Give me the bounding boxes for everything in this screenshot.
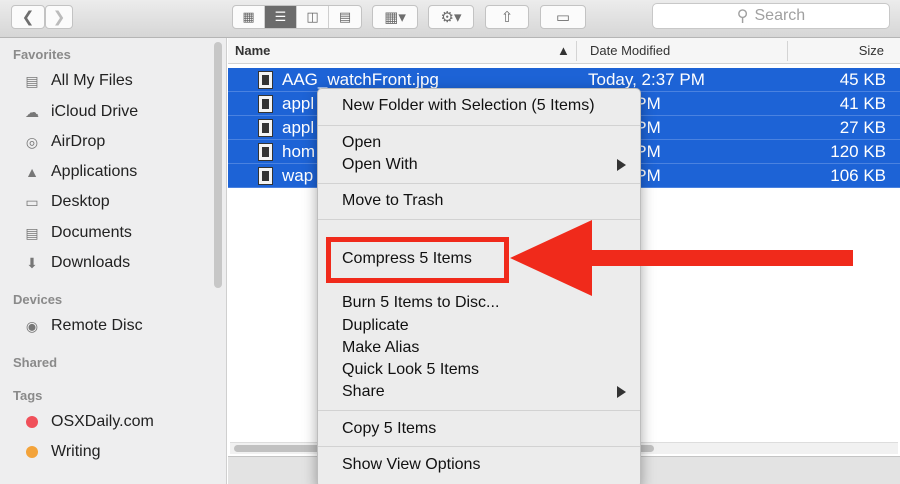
sidebar-item-label: Documents	[51, 224, 132, 241]
sidebar-item-label: Remote Disc	[51, 317, 143, 334]
file-size: 41 KB	[839, 94, 886, 113]
highlight-box	[326, 237, 509, 283]
sidebar-item-airdrop[interactable]: ◎ AirDrop	[22, 130, 105, 154]
tag-icon: ▭	[555, 9, 571, 26]
finder-toolbar: ❮ ❯ ▦ ☰ ◫ ▤ ▦▾ ⚙▾ ⇧ ▭ ⚲ Search	[0, 0, 900, 38]
gear-icon: ⚙▾	[440, 9, 462, 26]
sidebar-item-tag-osxdaily[interactable]: OSXDaily.com	[22, 410, 154, 434]
menu-item-show-view-options[interactable]: Show View Options	[342, 454, 480, 476]
file-icon	[258, 119, 273, 137]
menu-item-new-folder-with-selection[interactable]: New Folder with Selection (5 Items)	[342, 95, 595, 117]
share-button[interactable]: ⇧	[485, 5, 529, 29]
airdrop-icon: ◎	[25, 133, 39, 150]
menu-item-share[interactable]: Share	[342, 381, 385, 403]
submenu-arrow-icon	[617, 386, 626, 398]
sidebar-item-icloud-drive[interactable]: ☁ iCloud Drive	[22, 100, 138, 124]
file-icon	[258, 143, 273, 161]
file-size: 45 KB	[839, 70, 886, 89]
menu-separator	[318, 446, 640, 447]
menu-item-make-alias[interactable]: Make Alias	[342, 337, 419, 359]
file-size: 27 KB	[839, 118, 886, 137]
file-name: AAG_watchFront.jpg	[282, 70, 439, 89]
search-field[interactable]: ⚲ Search	[652, 3, 890, 29]
sidebar: Favorites ▤ All My Files ☁ iCloud Drive …	[0, 38, 227, 484]
file-name: appl	[282, 118, 315, 137]
view-mode-selector: ▦ ☰ ◫ ▤	[232, 5, 362, 29]
sidebar-header-devices: Devices	[13, 292, 63, 307]
menu-separator	[318, 410, 640, 411]
list-view-button[interactable]: ☰	[265, 6, 297, 28]
column-name[interactable]: Name	[235, 43, 270, 58]
all-files-icon: ▤	[25, 72, 39, 89]
sidebar-item-all-my-files[interactable]: ▤ All My Files	[22, 69, 133, 93]
coverflow-view-button[interactable]: ▤	[329, 6, 361, 28]
share-icon: ⇧	[500, 9, 514, 26]
file-name: wap	[282, 166, 314, 185]
column-date-modified[interactable]: Date Modified	[590, 43, 670, 58]
sidebar-item-label: OSXDaily.com	[51, 413, 154, 430]
sidebar-item-label: iCloud Drive	[51, 103, 139, 120]
tag-color-dot	[26, 416, 38, 428]
column-view-button[interactable]: ◫	[297, 6, 329, 28]
annotation-arrow-icon	[510, 220, 853, 296]
grid-view-button[interactable]: ▦	[233, 6, 265, 28]
menu-item-burn-to-disc[interactable]: Burn 5 Items to Disc...	[342, 292, 499, 314]
sidebar-item-remote-disc[interactable]: ◉ Remote Disc	[22, 314, 143, 338]
sidebar-item-label: All My Files	[51, 72, 133, 89]
file-icon	[258, 95, 273, 113]
search-placeholder: Search	[754, 7, 806, 24]
sort-ascending-icon: ▲	[557, 43, 570, 58]
arrange-button[interactable]: ▦▾	[372, 5, 418, 29]
sidebar-item-downloads[interactable]: ⬇ Downloads	[22, 251, 130, 275]
sidebar-header-tags: Tags	[13, 388, 43, 403]
tags-button[interactable]: ▭	[540, 5, 586, 29]
sidebar-item-label: AirDrop	[51, 133, 106, 150]
menu-item-copy[interactable]: Copy 5 Items	[342, 418, 436, 440]
sidebar-item-label: Downloads	[51, 254, 131, 271]
menu-item-move-to-trash[interactable]: Move to Trash	[342, 190, 443, 212]
file-name: hom	[282, 142, 316, 161]
sidebar-scrollbar[interactable]	[214, 42, 222, 288]
menu-item-quick-look[interactable]: Quick Look 5 Items	[342, 359, 479, 381]
disc-icon: ◉	[25, 317, 39, 334]
chevron-left-icon: ❮	[21, 9, 35, 26]
file-name: appl	[282, 94, 315, 113]
search-icon: ⚲	[736, 8, 749, 25]
file-icon	[258, 167, 273, 185]
submenu-arrow-icon	[617, 159, 626, 171]
menu-item-duplicate[interactable]: Duplicate	[342, 315, 409, 337]
column-header: Name ▲ Date Modified Size	[228, 38, 900, 64]
tag-color-dot	[26, 446, 38, 458]
downloads-icon: ⬇	[26, 254, 38, 271]
chevron-right-icon: ❯	[52, 9, 66, 26]
arrange-icon: ▦▾	[384, 9, 406, 26]
sidebar-header-favorites: Favorites	[13, 47, 71, 62]
menu-item-open-with[interactable]: Open With	[342, 154, 418, 176]
applications-icon: ▲	[25, 164, 39, 180]
file-icon	[258, 71, 273, 89]
file-date: Today, 2:37 PM	[588, 70, 705, 89]
menu-item-open[interactable]: Open	[342, 132, 381, 154]
sidebar-item-tag-writing[interactable]: Writing	[22, 440, 101, 464]
sidebar-item-desktop[interactable]: ▭ Desktop	[22, 190, 110, 214]
documents-icon: ▤	[25, 224, 39, 241]
action-button[interactable]: ⚙▾	[428, 5, 474, 29]
forward-button[interactable]: ❯	[45, 5, 73, 29]
menu-separator	[318, 125, 640, 126]
sidebar-item-label: Writing	[51, 443, 101, 460]
column-size[interactable]: Size	[859, 43, 884, 58]
menu-separator	[318, 183, 640, 184]
file-size: 120 KB	[830, 142, 886, 161]
sidebar-item-label: Applications	[51, 163, 138, 180]
file-size: 106 KB	[830, 166, 886, 185]
sidebar-item-documents[interactable]: ▤ Documents	[22, 221, 132, 245]
back-button[interactable]: ❮	[11, 5, 45, 29]
sidebar-item-applications[interactable]: ▲ Applications	[22, 160, 137, 184]
desktop-icon: ▭	[25, 193, 39, 210]
sidebar-item-label: Desktop	[51, 193, 110, 210]
cloud-icon: ☁	[25, 103, 39, 120]
sidebar-header-shared: Shared	[13, 355, 58, 370]
